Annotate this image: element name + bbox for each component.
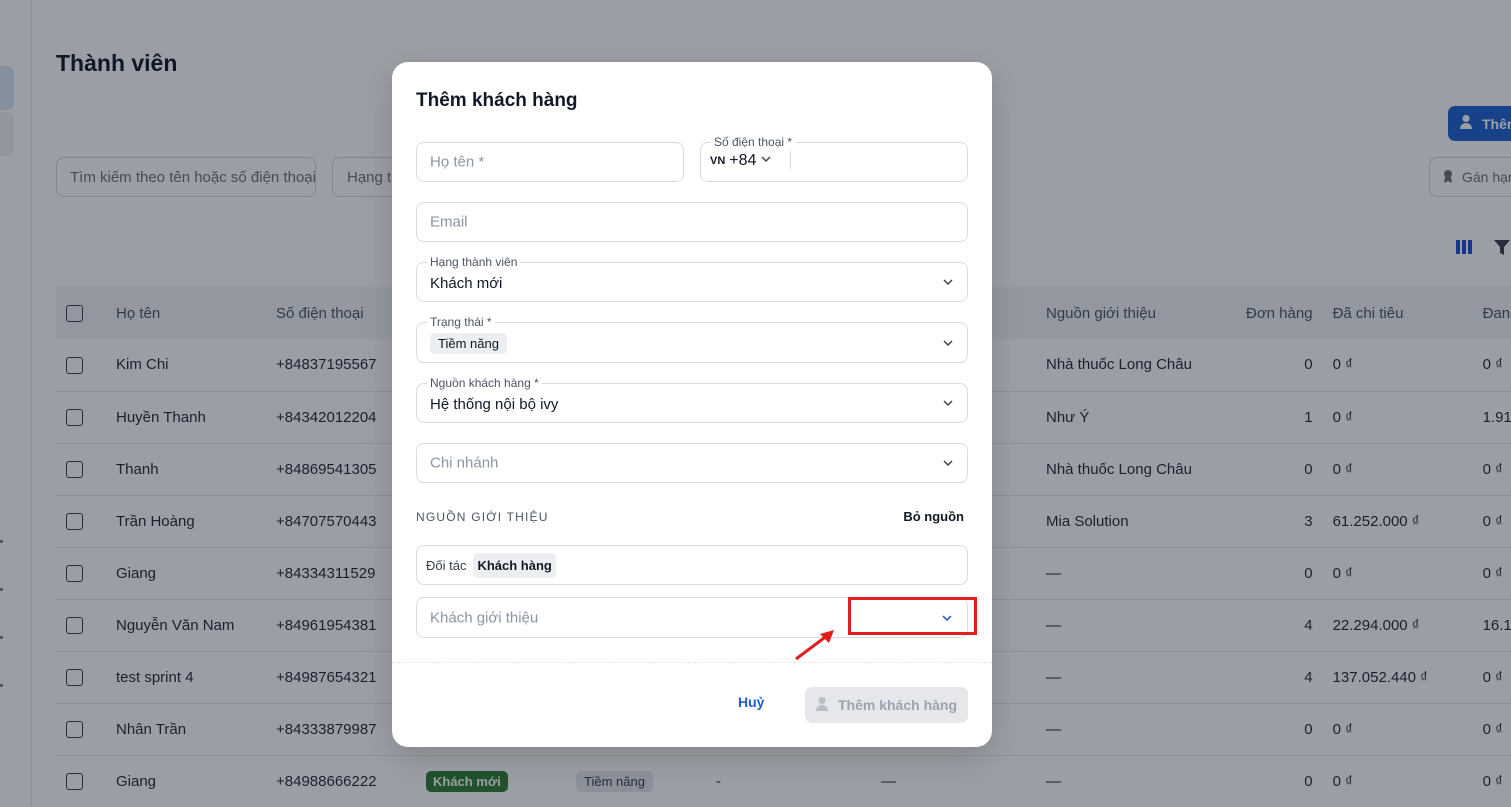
add-customer-button[interactable]: Thêm khách hàng — [805, 687, 968, 723]
country-code-select[interactable]: VN +84 — [710, 152, 772, 170]
dial-code: +84 — [729, 152, 757, 169]
email-field[interactable]: Email — [416, 202, 968, 242]
arrow-icon — [795, 630, 834, 661]
chevron-down-icon — [760, 152, 772, 170]
chevron-down-icon — [941, 396, 955, 410]
status-label: Trạng thái * — [427, 315, 495, 329]
footer-divider — [392, 662, 992, 663]
source-value: Hệ thống nội bộ ivy — [430, 396, 559, 413]
highlight-box — [848, 597, 977, 635]
phone-field[interactable]: Số điện thoại * VN +84 — [700, 135, 968, 182]
add-customer-label: Thêm khách hàng — [837, 697, 958, 713]
source-label: Nguồn khách hàng * — [427, 376, 542, 390]
phone-divider — [790, 151, 791, 169]
rank-label: Hạng thành viên — [427, 255, 521, 269]
country-code: VN — [710, 155, 726, 167]
referral-type-partner[interactable]: Đối tác — [423, 553, 469, 578]
add-customer-modal: Thêm khách hàng Họ tên * Số điện thoại *… — [392, 62, 992, 747]
add-user-icon — [815, 696, 830, 715]
rank-select[interactable]: Hạng thành viên Khách mới — [416, 255, 968, 302]
branch-placeholder: Chi nhánh — [430, 454, 499, 472]
chevron-down-icon — [941, 336, 955, 350]
modal-title: Thêm khách hàng — [416, 90, 578, 111]
referrer-placeholder: Khách giới thiệu — [430, 609, 539, 626]
status-select[interactable]: Trạng thái * Tiềm năng — [416, 315, 968, 363]
chevron-down-icon — [941, 275, 955, 289]
branch-select[interactable]: Chi nhánh — [416, 443, 968, 483]
source-select[interactable]: Nguồn khách hàng * Hệ thống nội bộ ivy — [416, 376, 968, 423]
cancel-button[interactable]: Huỷ — [738, 694, 764, 710]
chevron-down-icon — [941, 456, 955, 470]
referral-type-customer[interactable]: Khách hàng — [473, 552, 556, 578]
remove-source-button[interactable]: Bỏ nguồn — [903, 509, 964, 524]
status-chip: Tiềm năng — [430, 333, 507, 354]
phone-label: Số điện thoại * — [711, 135, 796, 149]
name-placeholder: Họ tên * — [430, 153, 485, 171]
referral-type-toggle: Đối tác Khách hàng — [416, 545, 968, 585]
email-placeholder: Email — [430, 213, 468, 231]
name-field[interactable]: Họ tên * — [416, 142, 684, 182]
referral-section-title: NGUỒN GIỚI THIỆU — [416, 510, 549, 524]
rank-value: Khách mới — [430, 275, 503, 292]
